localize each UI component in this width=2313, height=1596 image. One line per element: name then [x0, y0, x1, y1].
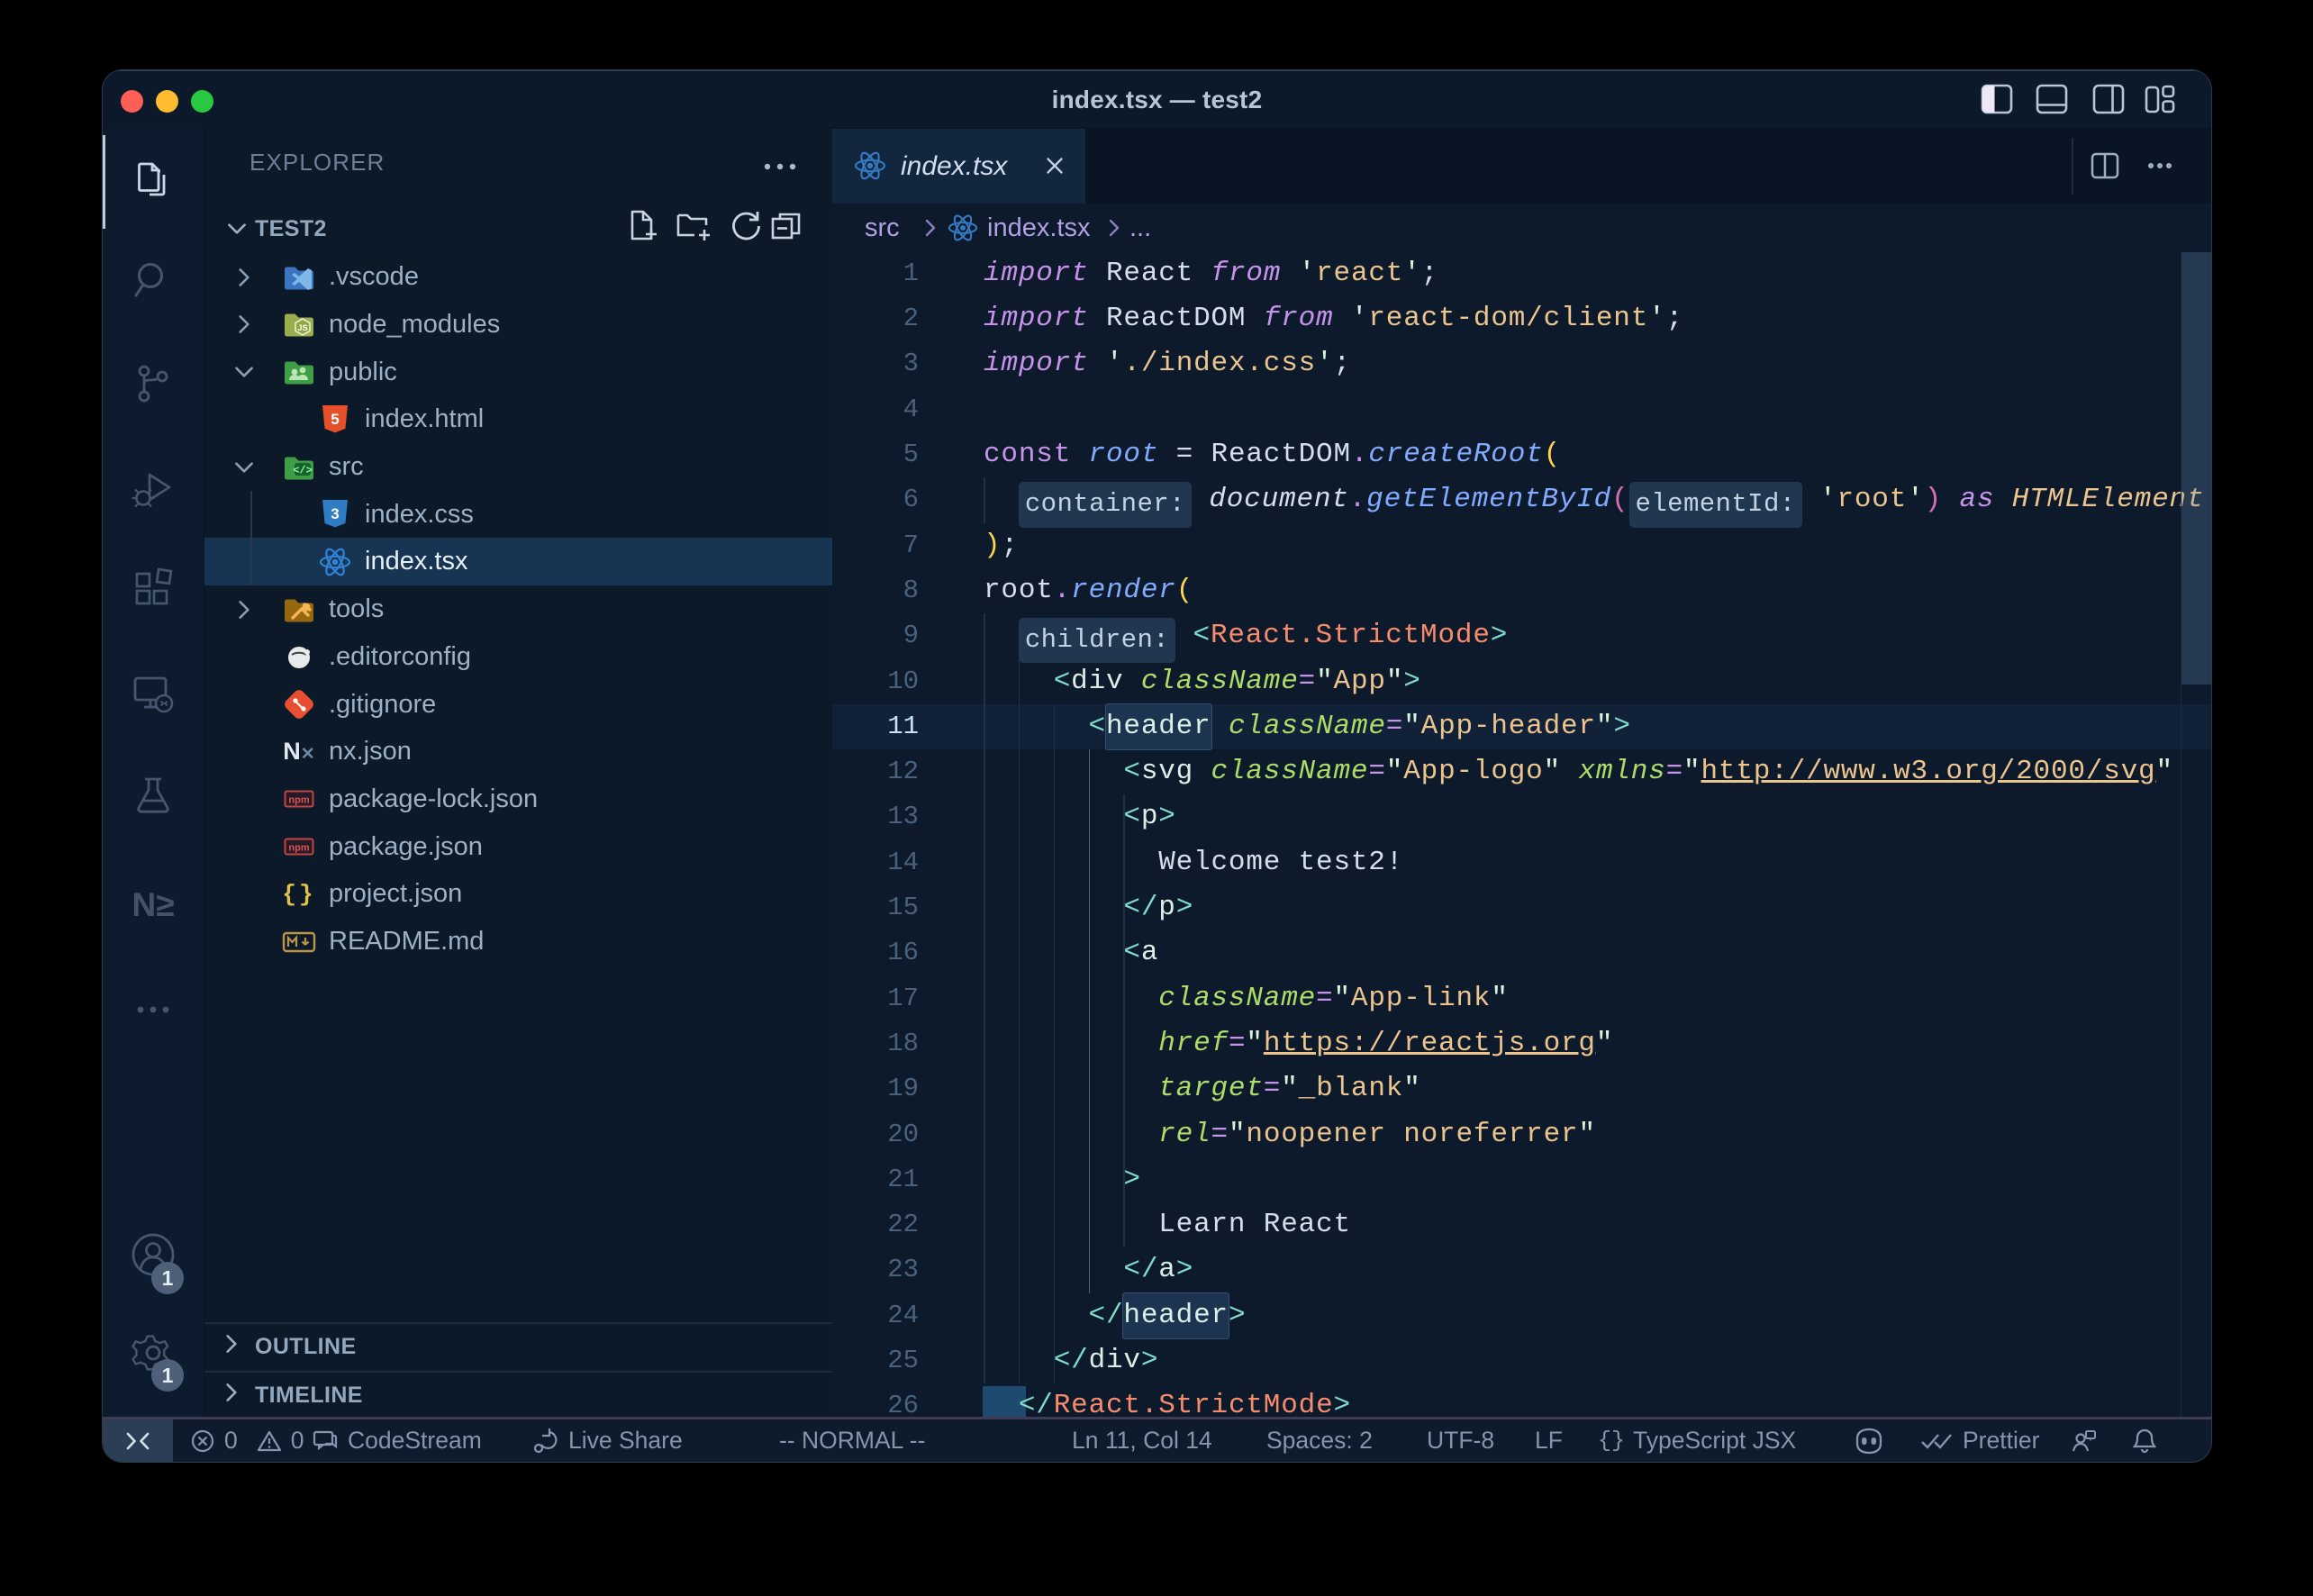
svg-text:</>: </> — [293, 464, 313, 476]
svg-text:JS: JS — [297, 323, 308, 333]
svg-text:5: 5 — [331, 411, 339, 428]
svg-text:npm: npm — [288, 795, 309, 806]
svg-text:npm: npm — [288, 843, 309, 854]
svg-text:3: 3 — [331, 505, 339, 522]
